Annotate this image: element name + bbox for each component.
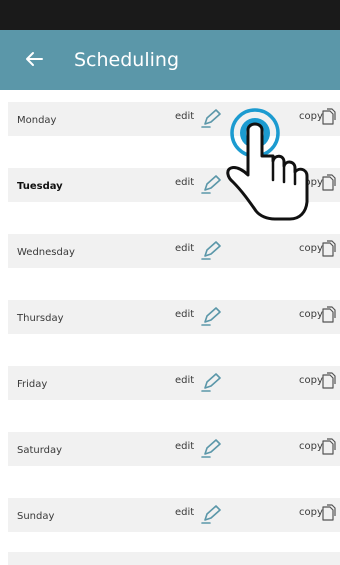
day-label: Saturday xyxy=(17,445,63,456)
copy-icon xyxy=(322,372,336,389)
app-bar: Scheduling xyxy=(0,30,340,90)
schedule-row-tuesday: Tuesday edit copy xyxy=(8,168,340,202)
copy-icon xyxy=(322,174,336,191)
pencil-icon xyxy=(201,307,221,326)
schedule-row-monday: Monday edit copy xyxy=(8,102,340,136)
copy-label: copy xyxy=(299,309,323,320)
pencil-icon xyxy=(201,175,221,194)
copy-label: copy xyxy=(299,507,323,518)
pencil-icon xyxy=(201,373,221,392)
copy-label: copy xyxy=(299,177,323,188)
edit-label: edit xyxy=(175,111,195,122)
copy-icon xyxy=(322,504,336,521)
day-label: Friday xyxy=(17,379,48,390)
schedule-row-thursday: Thursday edit copy xyxy=(8,300,340,334)
schedule-row-sunday: Sunday edit copy xyxy=(8,498,340,532)
copy-icon xyxy=(322,240,336,257)
edit-label: edit xyxy=(175,507,195,518)
pencil-icon xyxy=(201,505,221,524)
schedule-row-partial xyxy=(8,552,340,565)
schedule-row-saturday: Saturday edit copy xyxy=(8,432,340,466)
edit-label: edit xyxy=(175,177,195,188)
schedule-row-friday: Friday edit copy xyxy=(8,366,340,400)
day-label: Thursday xyxy=(17,313,64,324)
edit-label: edit xyxy=(175,309,195,320)
day-label: Tuesday xyxy=(17,181,63,192)
day-label: Sunday xyxy=(17,511,55,522)
edit-label: edit xyxy=(175,441,195,452)
edit-label: edit xyxy=(175,375,195,386)
copy-icon xyxy=(322,438,336,455)
arrow-left-icon[interactable] xyxy=(22,47,46,71)
copy-icon xyxy=(322,108,336,125)
page-title: Scheduling xyxy=(74,49,180,71)
copy-label: copy xyxy=(299,441,323,452)
scheduling-screen: Scheduling Monday edit copy Tuesday edit… xyxy=(0,0,340,565)
status-bar xyxy=(0,0,340,30)
pencil-icon xyxy=(201,109,221,128)
day-label: Wednesday xyxy=(17,247,75,258)
pencil-icon xyxy=(201,439,221,458)
edit-label: edit xyxy=(175,243,195,254)
copy-label: copy xyxy=(299,243,323,254)
schedule-list: Monday edit copy Tuesday edit copy Wedne… xyxy=(8,102,340,564)
pencil-icon xyxy=(201,241,221,260)
schedule-row-wednesday: Wednesday edit copy xyxy=(8,234,340,268)
day-label: Monday xyxy=(17,115,57,126)
copy-icon xyxy=(322,306,336,323)
copy-label: copy xyxy=(299,375,323,386)
copy-label: copy xyxy=(299,111,323,122)
